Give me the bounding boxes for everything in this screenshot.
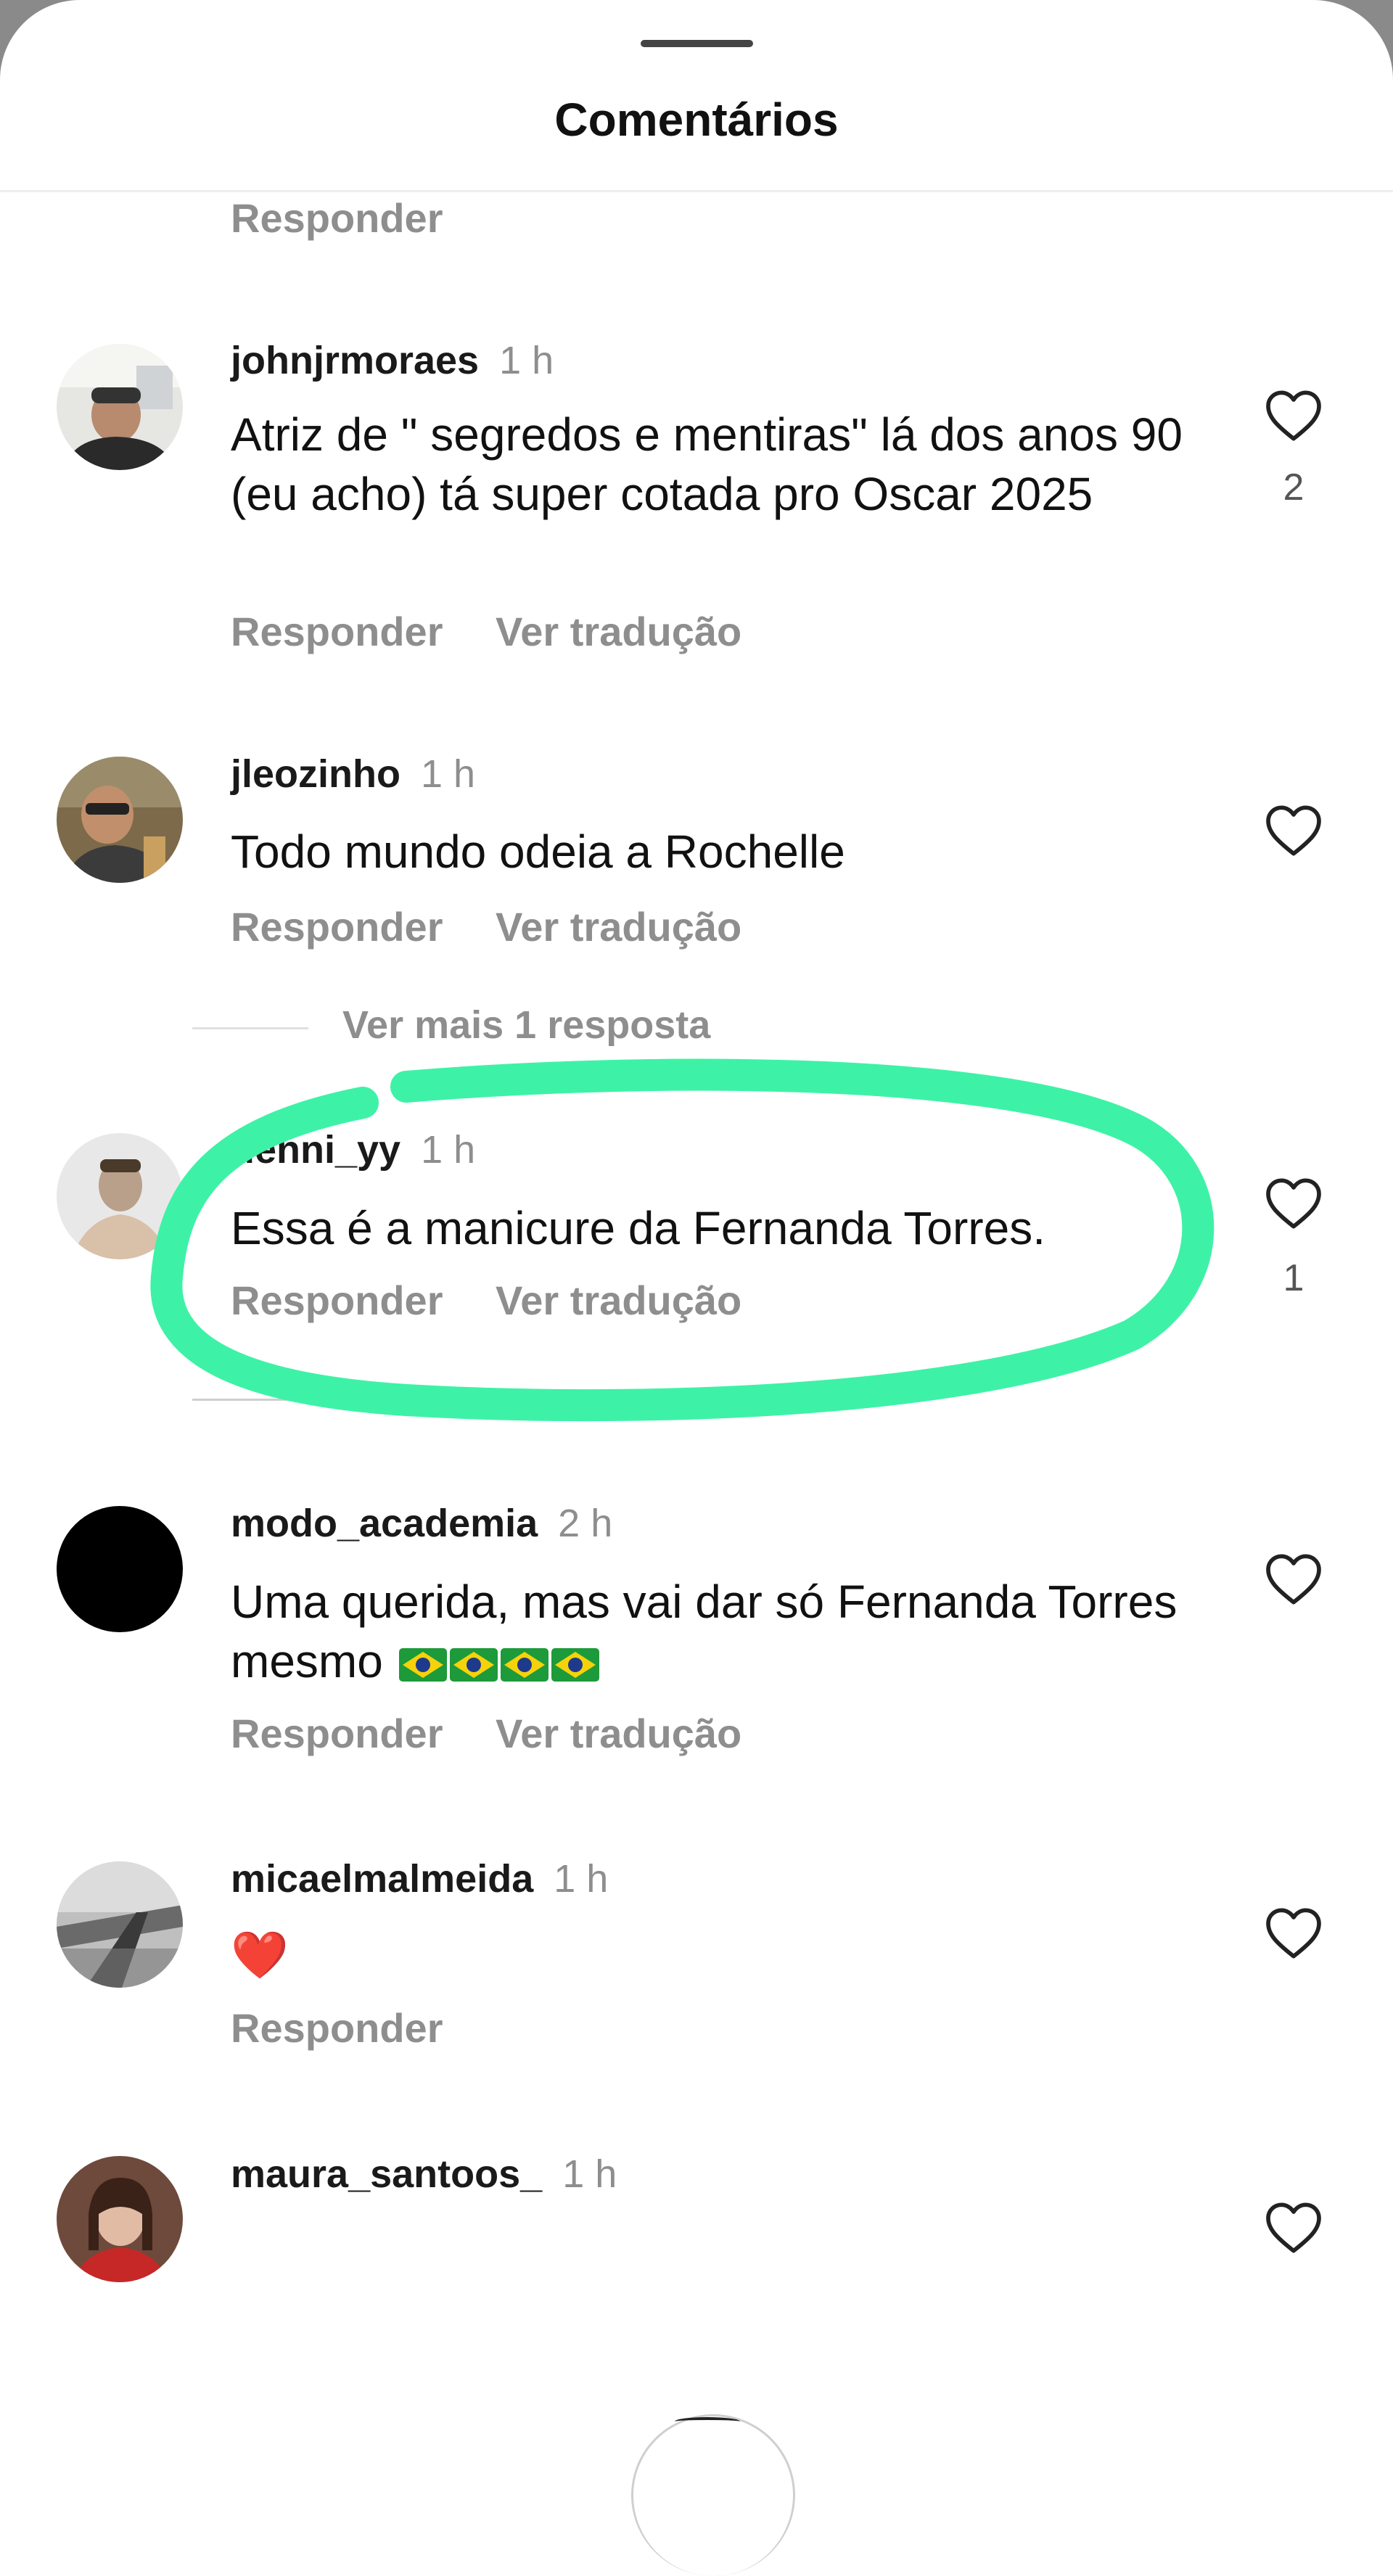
comment-username[interactable]: uenni_yy 1 h [231,1127,475,1172]
reply-button[interactable]: Responder [231,2004,443,2052]
brazil-flag-icon [398,1648,447,1682]
brazil-flag-icon [500,1648,548,1682]
reply-button[interactable]: Responder [231,608,443,655]
comment-username[interactable]: maura_santoos_ 1 h [231,2152,617,2197]
header-divider [0,190,1393,192]
like-count: 1 [1283,1257,1304,1299]
avatar[interactable] [57,1506,183,1632]
heart-icon[interactable] [1265,2201,1323,2255]
avatar[interactable] [57,2156,183,2282]
avatar-uenni-yy-image [57,1133,183,1259]
view-more-replies-button[interactable]: Ver mais 1 resposta [342,1003,710,1048]
avatar[interactable] [57,1133,183,1259]
comment-time: 1 h [554,1857,609,1901]
like-count: 2 [1283,466,1304,509]
heart-icon[interactable] [1265,804,1323,857]
brazil-flag-emoji-group [396,1635,599,1687]
comment-text: Essa é a manicure da Fernanda Torres. [231,1202,1045,1254]
drag-handle[interactable] [641,40,753,47]
translate-button[interactable]: Ver tradução [496,608,741,655]
username-text: uenni_yy [231,1128,401,1172]
username-text: micaelmalmeida [231,1857,534,1901]
avatar-micaelmalmeida-image [57,1861,183,1988]
comment-time: 1 h [499,339,554,382]
avatar-johnjrmoraes-image [57,344,183,470]
comment-text: ❤️ [231,1929,289,1981]
comment-text: Atriz de " segredos e mentiras" lá dos a… [231,408,1183,520]
username-text: johnjrmoraes [231,339,480,382]
avatar[interactable] [57,344,183,470]
comment-username[interactable]: jleozinho 1 h [231,752,475,797]
translate-button[interactable]: Ver tradução [496,1277,741,1324]
comment-username[interactable]: modo_academia 2 h [231,1501,612,1546]
comment-time: 1 h [421,1128,476,1172]
page-title: Comentários [554,94,839,146]
comment-time: 1 h [420,752,476,796]
heart-icon[interactable] [1265,1177,1323,1230]
comment-username[interactable]: micaelmalmeida 1 h [231,1856,608,1901]
heart-icon[interactable] [1265,389,1323,443]
reply-button[interactable]: Responder [231,194,443,242]
avatar-jleozinho-image [57,757,183,883]
bottom-composer-button[interactable] [631,2414,795,2576]
avatar-maura-santoos-image [57,2156,183,2282]
bottom-composer-mark [675,2417,740,2426]
comment-username[interactable]: johnjrmoraes 1 h [231,338,554,383]
username-text: maura_santoos_ [231,2152,543,2196]
username-text: modo_academia [231,1502,538,1545]
replies-divider [192,1399,308,1401]
brazil-flag-icon [449,1648,498,1682]
heart-icon[interactable] [1265,1552,1323,1606]
heart-icon[interactable] [1265,1906,1323,1960]
reply-button[interactable]: Responder [231,1277,443,1324]
reply-button[interactable]: Responder [231,903,443,950]
username-text: jleozinho [231,752,400,796]
comment-time: 2 h [558,1502,613,1545]
reply-button[interactable]: Responder [231,1710,443,1757]
brazil-flag-icon [551,1648,599,1682]
comment-text: Uma querida, mas vai dar só Fernanda Tor… [231,1572,1217,1691]
comment-text-content: Uma querida, mas vai dar só Fernanda Tor… [231,1576,1178,1687]
translate-button[interactable]: Ver tradução [496,1710,741,1757]
comment-text: Todo mundo odeia a Rochelle [231,826,845,878]
comment-time: 1 h [562,2152,617,2196]
translate-button[interactable]: Ver tradução [496,903,741,950]
replies-divider [192,1027,308,1029]
avatar[interactable] [57,1861,183,1988]
avatar[interactable] [57,757,183,883]
